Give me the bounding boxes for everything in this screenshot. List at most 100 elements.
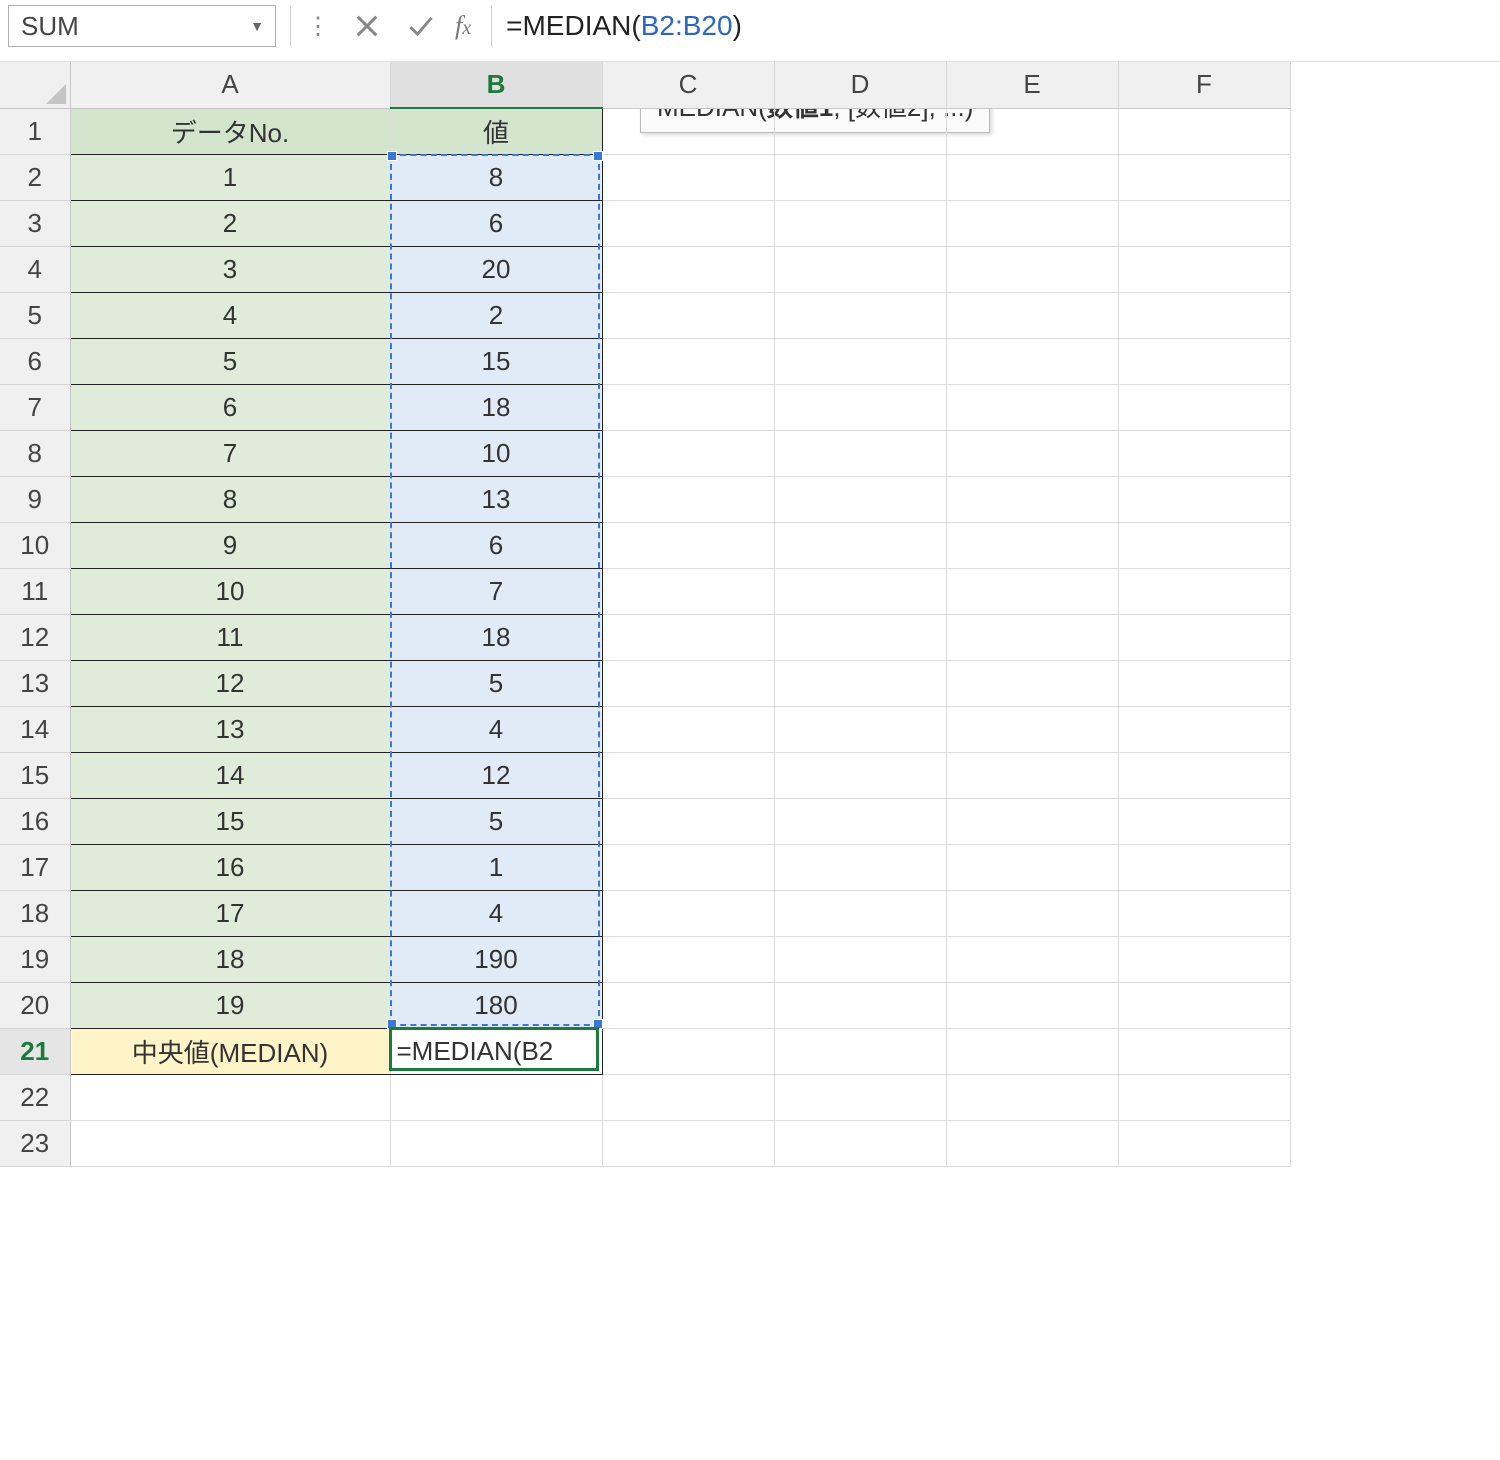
formula-input[interactable]: =MEDIAN(B2:B20): [491, 5, 1492, 47]
cell[interactable]: 12: [390, 752, 602, 798]
cell[interactable]: [774, 1074, 946, 1120]
cell[interactable]: [70, 1074, 390, 1120]
cell[interactable]: [774, 1120, 946, 1166]
cell[interactable]: [1118, 614, 1290, 660]
cell[interactable]: [602, 890, 774, 936]
cell[interactable]: [946, 568, 1118, 614]
cell[interactable]: [1118, 936, 1290, 982]
cell[interactable]: 13: [70, 706, 390, 752]
col-header-A[interactable]: A: [70, 62, 390, 108]
col-header-E[interactable]: E: [946, 62, 1118, 108]
cell[interactable]: [1118, 890, 1290, 936]
name-box[interactable]: SUM ▼: [8, 5, 276, 47]
grid[interactable]: A B C D E F 1データNo.値21832643205426515761…: [0, 62, 1291, 1167]
cell[interactable]: 2: [390, 292, 602, 338]
cell[interactable]: [946, 200, 1118, 246]
row-header[interactable]: 15: [0, 752, 70, 798]
cell[interactable]: [946, 246, 1118, 292]
cell[interactable]: [1118, 154, 1290, 200]
cell[interactable]: [946, 982, 1118, 1028]
cell[interactable]: 10: [390, 430, 602, 476]
cell[interactable]: [390, 1120, 602, 1166]
cell[interactable]: [774, 522, 946, 568]
cell[interactable]: 中央値(MEDIAN): [70, 1028, 390, 1074]
cell[interactable]: [946, 1120, 1118, 1166]
cell[interactable]: [774, 476, 946, 522]
cell[interactable]: [946, 292, 1118, 338]
cell[interactable]: 値: [390, 108, 602, 154]
cell[interactable]: [774, 200, 946, 246]
cell[interactable]: [1118, 384, 1290, 430]
cell[interactable]: データNo.: [70, 108, 390, 154]
cell[interactable]: [1118, 798, 1290, 844]
cell[interactable]: [774, 108, 946, 154]
cell[interactable]: [1118, 430, 1290, 476]
cell[interactable]: [602, 522, 774, 568]
cell[interactable]: 18: [390, 614, 602, 660]
cell[interactable]: [602, 844, 774, 890]
cell[interactable]: 2: [70, 200, 390, 246]
cell[interactable]: [774, 706, 946, 752]
cell[interactable]: 12: [70, 660, 390, 706]
row-header[interactable]: 21: [0, 1028, 70, 1074]
cell[interactable]: 11: [70, 614, 390, 660]
cell[interactable]: [1118, 660, 1290, 706]
cell[interactable]: 15: [70, 798, 390, 844]
row-header[interactable]: 17: [0, 844, 70, 890]
row-header[interactable]: 4: [0, 246, 70, 292]
cell[interactable]: [1118, 476, 1290, 522]
row-header[interactable]: 23: [0, 1120, 70, 1166]
cell[interactable]: [602, 108, 774, 154]
cancel-button[interactable]: [347, 6, 387, 46]
cell[interactable]: [1118, 1074, 1290, 1120]
cell[interactable]: [602, 982, 774, 1028]
cell[interactable]: 8: [70, 476, 390, 522]
cell[interactable]: [774, 154, 946, 200]
more-icon[interactable]: ⋮: [305, 12, 333, 41]
cell[interactable]: [602, 292, 774, 338]
row-header[interactable]: 19: [0, 936, 70, 982]
cell[interactable]: [1118, 1120, 1290, 1166]
row-header[interactable]: 12: [0, 614, 70, 660]
cell[interactable]: [602, 568, 774, 614]
cell[interactable]: [946, 844, 1118, 890]
cell[interactable]: [774, 614, 946, 660]
cell[interactable]: [602, 476, 774, 522]
row-header[interactable]: 10: [0, 522, 70, 568]
cell[interactable]: [774, 844, 946, 890]
cell[interactable]: [602, 384, 774, 430]
cell[interactable]: [946, 338, 1118, 384]
cell[interactable]: 8: [390, 154, 602, 200]
cell[interactable]: [946, 660, 1118, 706]
row-header[interactable]: 7: [0, 384, 70, 430]
row-header[interactable]: 6: [0, 338, 70, 384]
col-header-D[interactable]: D: [774, 62, 946, 108]
cell[interactable]: 14: [70, 752, 390, 798]
cell[interactable]: 10: [70, 568, 390, 614]
cell[interactable]: [774, 430, 946, 476]
cell[interactable]: 6: [390, 200, 602, 246]
cell[interactable]: 7: [70, 430, 390, 476]
cell[interactable]: [946, 614, 1118, 660]
cell[interactable]: [602, 798, 774, 844]
cell[interactable]: [946, 936, 1118, 982]
cell[interactable]: [946, 1074, 1118, 1120]
cell[interactable]: [774, 568, 946, 614]
cell[interactable]: [602, 1074, 774, 1120]
cell[interactable]: [70, 1120, 390, 1166]
cell[interactable]: 16: [70, 844, 390, 890]
cell[interactable]: [946, 476, 1118, 522]
cell[interactable]: 9: [70, 522, 390, 568]
row-header[interactable]: 3: [0, 200, 70, 246]
cell[interactable]: 5: [390, 798, 602, 844]
cell[interactable]: 4: [70, 292, 390, 338]
cell[interactable]: [602, 706, 774, 752]
cell[interactable]: 13: [390, 476, 602, 522]
cell[interactable]: [774, 890, 946, 936]
row-header[interactable]: 14: [0, 706, 70, 752]
active-cell[interactable]: =MEDIAN(B2: [390, 1028, 602, 1074]
cell[interactable]: [1118, 982, 1290, 1028]
row-header[interactable]: 1: [0, 108, 70, 154]
cell[interactable]: 6: [70, 384, 390, 430]
row-header[interactable]: 13: [0, 660, 70, 706]
